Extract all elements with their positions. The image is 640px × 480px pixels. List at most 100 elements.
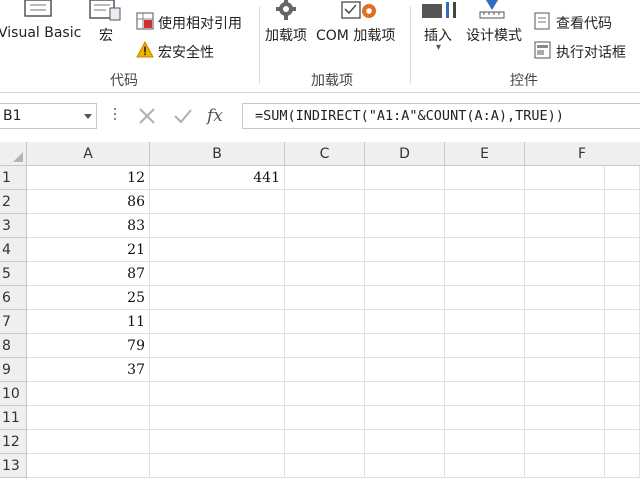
cell-e12[interactable] (445, 430, 525, 454)
cell-e4[interactable] (445, 238, 525, 262)
column-header-a[interactable]: A (27, 142, 150, 166)
column-header-d[interactable]: D (365, 142, 445, 166)
cell-c10[interactable] (285, 382, 365, 406)
row-header-4[interactable]: 4 (0, 238, 27, 262)
cell-b8[interactable] (150, 334, 285, 358)
cell-d7[interactable] (365, 310, 445, 334)
cell-f11[interactable] (525, 406, 605, 430)
cell-d1[interactable] (365, 166, 445, 190)
cell-d12[interactable] (365, 430, 445, 454)
cell-g11[interactable] (605, 406, 640, 430)
name-box[interactable]: B1 (0, 103, 97, 129)
cell-g12[interactable] (605, 430, 640, 454)
cell-c4[interactable] (285, 238, 365, 262)
cell-a10[interactable] (27, 382, 150, 406)
cell-b11[interactable] (150, 406, 285, 430)
cell-c8[interactable] (285, 334, 365, 358)
cell-c9[interactable] (285, 358, 365, 382)
cell-b12[interactable] (150, 430, 285, 454)
cell-f12[interactable] (525, 430, 605, 454)
cell-e7[interactable] (445, 310, 525, 334)
cell-c6[interactable] (285, 286, 365, 310)
cell-b4[interactable] (150, 238, 285, 262)
cell-b13[interactable] (150, 454, 285, 478)
cell-d6[interactable] (365, 286, 445, 310)
cell-d2[interactable] (365, 190, 445, 214)
cell-f10[interactable] (525, 382, 605, 406)
insert-function-icon[interactable]: fx (207, 104, 231, 128)
cell-d3[interactable] (365, 214, 445, 238)
cell-d4[interactable] (365, 238, 445, 262)
cell-b7[interactable] (150, 310, 285, 334)
cell-c11[interactable] (285, 406, 365, 430)
select-all-button[interactable] (0, 142, 27, 166)
cell-a8[interactable]: 79 (27, 334, 150, 358)
cell-g1[interactable] (605, 166, 640, 190)
cell-f13[interactable] (525, 454, 605, 478)
cell-g5[interactable] (605, 262, 640, 286)
cell-f1[interactable] (525, 166, 605, 190)
cell-e5[interactable] (445, 262, 525, 286)
formula-input[interactable]: =SUM(INDIRECT("A1:A"&COUNT(A:A),TRUE)) (242, 103, 640, 129)
column-header-b[interactable]: B (150, 142, 285, 166)
cell-b2[interactable] (150, 190, 285, 214)
cell-c5[interactable] (285, 262, 365, 286)
cell-a7[interactable]: 11 (27, 310, 150, 334)
row-header-2[interactable]: 2 (0, 190, 27, 214)
row-header-13[interactable]: 13 (0, 454, 27, 478)
row-header-9[interactable]: 9 (0, 358, 27, 382)
cell-d10[interactable] (365, 382, 445, 406)
cell-g10[interactable] (605, 382, 640, 406)
row-header-3[interactable]: 3 (0, 214, 27, 238)
cell-g13[interactable] (605, 454, 640, 478)
drag-handle-icon[interactable] (114, 108, 117, 124)
cell-e8[interactable] (445, 334, 525, 358)
cell-d5[interactable] (365, 262, 445, 286)
cell-d9[interactable] (365, 358, 445, 382)
cell-g7[interactable] (605, 310, 640, 334)
cell-g4[interactable] (605, 238, 640, 262)
cell-g2[interactable] (605, 190, 640, 214)
row-header-7[interactable]: 7 (0, 310, 27, 334)
cell-f3[interactable] (525, 214, 605, 238)
cell-c7[interactable] (285, 310, 365, 334)
row-header-10[interactable]: 10 (0, 382, 27, 406)
cell-c13[interactable] (285, 454, 365, 478)
cell-e1[interactable] (445, 166, 525, 190)
cell-b1[interactable]: 441 (150, 166, 285, 190)
cell-a2[interactable]: 86 (27, 190, 150, 214)
column-header-c[interactable]: C (285, 142, 365, 166)
cell-e10[interactable] (445, 382, 525, 406)
cell-g6[interactable] (605, 286, 640, 310)
cell-a3[interactable]: 83 (27, 214, 150, 238)
cell-d13[interactable] (365, 454, 445, 478)
cell-f9[interactable] (525, 358, 605, 382)
row-header-6[interactable]: 6 (0, 286, 27, 310)
cell-c12[interactable] (285, 430, 365, 454)
cell-b6[interactable] (150, 286, 285, 310)
cell-b10[interactable] (150, 382, 285, 406)
cell-g8[interactable] (605, 334, 640, 358)
cell-a9[interactable]: 37 (27, 358, 150, 382)
cell-e6[interactable] (445, 286, 525, 310)
cell-a5[interactable]: 87 (27, 262, 150, 286)
cell-f6[interactable] (525, 286, 605, 310)
cell-a4[interactable]: 21 (27, 238, 150, 262)
enter-icon[interactable] (171, 104, 195, 128)
cell-a11[interactable] (27, 406, 150, 430)
cell-f8[interactable] (525, 334, 605, 358)
cell-d11[interactable] (365, 406, 445, 430)
cell-f2[interactable] (525, 190, 605, 214)
row-header-1[interactable]: 1 (0, 166, 27, 190)
cell-f4[interactable] (525, 238, 605, 262)
name-box-dropdown-icon[interactable] (84, 114, 92, 119)
cell-f5[interactable] (525, 262, 605, 286)
cell-b5[interactable] (150, 262, 285, 286)
row-header-8[interactable]: 8 (0, 334, 27, 358)
cell-e2[interactable] (445, 190, 525, 214)
column-header-e[interactable]: E (445, 142, 525, 166)
cell-b9[interactable] (150, 358, 285, 382)
cell-g9[interactable] (605, 358, 640, 382)
cancel-icon[interactable] (135, 104, 159, 128)
cell-a1[interactable]: 12 (27, 166, 150, 190)
